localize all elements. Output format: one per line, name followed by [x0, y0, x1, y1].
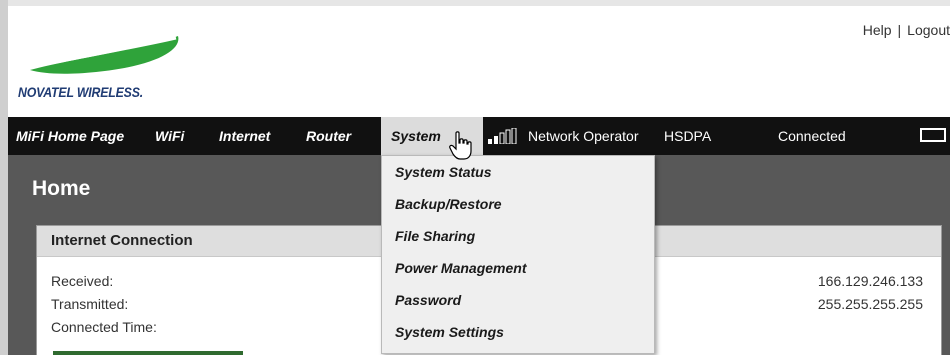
novatel-logo-swoosh-icon — [30, 36, 179, 74]
menu-item-system-settings[interactable]: System Settings — [382, 316, 654, 348]
signal-strength-icon — [488, 117, 522, 155]
connected-time-label: Connected Time: — [51, 319, 157, 335]
hand-cursor-icon — [449, 131, 472, 160]
transmitted-label: Transmitted: — [51, 296, 129, 312]
connection-status: Connected — [778, 128, 846, 144]
nav-wifi[interactable]: WiFi — [155, 117, 184, 155]
page-title: Home — [32, 177, 91, 200]
menu-item-password[interactable]: Password — [382, 284, 654, 316]
top-links: Help | Logout — [863, 22, 950, 38]
browser-frame: NOVATEL WIRELESS. Help | Logout MiFi Home … — [0, 0, 950, 355]
menu-item-backup-restore[interactable]: Backup/Restore — [382, 188, 654, 220]
menu-item-power-management[interactable]: Power Management — [382, 252, 654, 284]
network-operator: Network Operator — [528, 128, 639, 144]
menu-item-file-sharing[interactable]: File Sharing — [382, 220, 654, 252]
received-value: 166.129.246.133 — [817, 273, 923, 289]
network-type: HSDPA — [664, 128, 712, 144]
battery-icon — [920, 128, 946, 142]
transmitted-value: 255.255.255.255 — [817, 296, 923, 312]
menu-item-system-status[interactable]: System Status — [382, 156, 654, 188]
nav-router[interactable]: Router — [306, 117, 351, 155]
left-border — [0, 0, 8, 355]
received-label: Received: — [51, 273, 114, 289]
nav-mifi-home[interactable]: MiFi Home Page — [16, 117, 124, 155]
connect-button-edge[interactable] — [53, 351, 243, 355]
link-separator: | — [897, 22, 902, 38]
logout-link[interactable]: Logout — [907, 22, 950, 38]
help-link[interactable]: Help — [863, 22, 892, 38]
main-nav: MiFi Home Page WiFi Internet Router Syst… — [8, 117, 950, 155]
system-dropdown-menu: System Status Backup/Restore File Sharin… — [381, 155, 655, 354]
header: NOVATEL WIRELESS. Help | Logout — [8, 6, 950, 111]
brand-name: NOVATEL WIRELESS. — [18, 84, 144, 100]
nav-internet[interactable]: Internet — [219, 117, 270, 155]
